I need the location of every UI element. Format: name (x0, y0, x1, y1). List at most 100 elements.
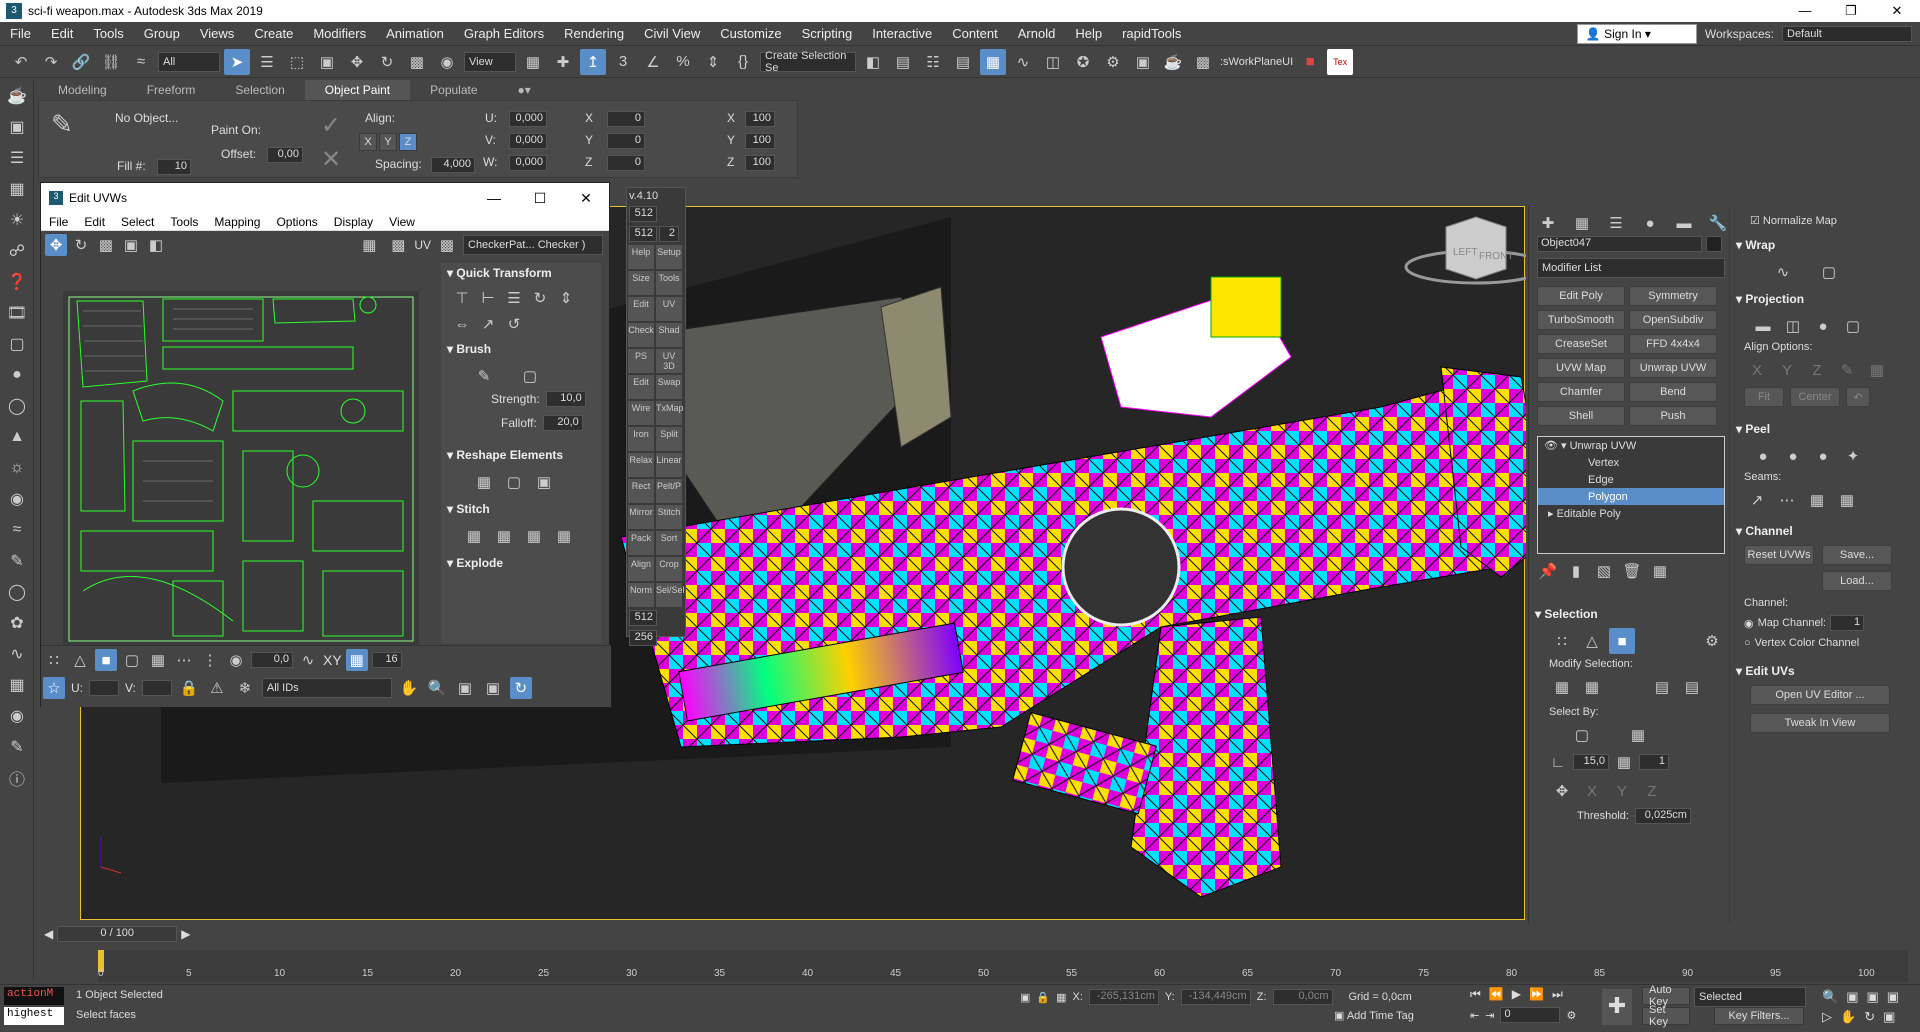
placement-icon[interactable]: ◉ (434, 49, 460, 75)
show-end-result-icon[interactable]: ▮ (1567, 562, 1585, 580)
unwrap-uvw-button[interactable]: Unwrap UVW (1629, 358, 1717, 378)
soft-select-icon[interactable]: ◉ (225, 649, 247, 671)
waves-icon[interactable]: ≈ (0, 514, 34, 545)
seam-grid-icon[interactable]: ▦ (1834, 487, 1860, 513)
cube-icon[interactable]: ■ (1297, 49, 1323, 75)
tt-rect[interactable]: Rect (628, 479, 654, 503)
save-button[interactable]: Save... (1822, 545, 1892, 565)
shrink-sel-icon[interactable]: ▦ (1579, 674, 1605, 700)
relax-icon[interactable]: ▢ (501, 469, 527, 495)
remove-modifier-icon[interactable]: 🗑 (1622, 562, 1641, 580)
stitch-custom-icon[interactable]: ▦ (461, 523, 487, 549)
open-uv-editor-button[interactable]: Open UV Editor ... (1750, 685, 1890, 705)
link-icon[interactable]: 🔗 (68, 49, 94, 75)
relax-cube-icon[interactable]: ▣ (531, 469, 557, 495)
next-frame-icon[interactable]: ▶ (181, 927, 190, 941)
make-unique-icon[interactable]: ▧ (1595, 562, 1613, 580)
grow-icon[interactable]: ▦ (147, 649, 169, 671)
close-button[interactable]: ✕ (1874, 3, 1920, 19)
push-button[interactable]: Push (1629, 406, 1717, 426)
scale-z-field[interactable]: 100 (745, 155, 775, 171)
tt-split[interactable]: Split (656, 427, 682, 451)
motion-tab-icon[interactable]: ● (1637, 210, 1663, 236)
tt-shad[interactable]: Shad (656, 323, 682, 347)
tt-uv3d[interactable]: UV 3D (656, 349, 682, 373)
sel-settings-icon[interactable]: ⚙ (1699, 628, 1725, 654)
tt-tools[interactable]: Tools (656, 271, 682, 295)
stitch-source-icon[interactable]: ▦ (491, 523, 517, 549)
teapot-icon[interactable]: ☕ (0, 80, 34, 111)
freeze-icon[interactable]: ❄ (234, 677, 256, 699)
symmetry-button[interactable]: Symmetry (1629, 286, 1717, 306)
u-coord-field[interactable] (89, 680, 119, 696)
snap-grid-icon[interactable]: ▦ (345, 649, 368, 671)
lscm-icon[interactable]: ✦ (1840, 443, 1866, 469)
reset-projection-icon[interactable]: ↶ (1846, 387, 1870, 407)
menu-content[interactable]: Content (942, 26, 1008, 41)
uvw-menu-tools[interactable]: Tools (162, 215, 206, 229)
spacing-field[interactable]: 4,000 (431, 157, 475, 173)
tab-modeling[interactable]: Modeling (38, 80, 127, 100)
pin-stack-icon[interactable]: 📌 (1539, 562, 1558, 580)
render-iterative-icon[interactable]: ▩ (1190, 49, 1216, 75)
uv-rotate-icon[interactable]: ↻ (70, 234, 92, 256)
tt-help[interactable]: Help (628, 245, 654, 269)
uvw-map-button[interactable]: UVW Map (1537, 358, 1625, 378)
time-config-icon[interactable]: ⇥ (1485, 1009, 1494, 1022)
render-setup-icon[interactable]: ⚙ (1100, 49, 1126, 75)
planar-angle-field[interactable]: 15,0 (1573, 754, 1609, 770)
zoom-nav-icon[interactable]: 🔍 (1822, 989, 1838, 1005)
leaf-icon[interactable]: ✿ (0, 607, 34, 638)
grid-field[interactable]: 16 (371, 652, 402, 668)
object-name-field[interactable]: Object047 (1537, 236, 1702, 252)
menu-rendering[interactable]: Rendering (554, 26, 634, 41)
map-channel-field[interactable]: 1 (1830, 615, 1865, 631)
create-tab-icon[interactable]: ✚ (1535, 210, 1561, 236)
soft-select-field[interactable]: 0,0 (251, 652, 293, 668)
brush-tool-icon[interactable]: ✎ (471, 363, 497, 389)
texture-size-2[interactable]: 512 (629, 226, 657, 242)
material-editor-icon[interactable]: ✪ (1070, 49, 1096, 75)
menu-rapidtools[interactable]: rapidTools (1112, 26, 1191, 41)
sun-icon[interactable]: ☼ (0, 452, 34, 483)
modify-tab-icon[interactable]: ▦ (1569, 210, 1595, 236)
spin-field[interactable]: 1 (1639, 754, 1669, 770)
offset-field[interactable]: 0,00 (267, 147, 303, 163)
layer-explorer-icon[interactable]: ☷ (920, 49, 946, 75)
menu-views[interactable]: Views (190, 26, 244, 41)
prev-key-icon[interactable]: ⏪ (1489, 987, 1504, 1002)
uv-mirror-icon[interactable]: ◧ (145, 234, 167, 256)
opensubdiv-button[interactable]: OpenSubdiv (1629, 310, 1717, 330)
menu-graph-editors[interactable]: Graph Editors (454, 26, 554, 41)
uvw-menu-view[interactable]: View (381, 215, 423, 229)
cone-icon[interactable]: ▲ (0, 421, 34, 452)
tt-align[interactable]: Align (628, 557, 654, 581)
scale-icon[interactable]: ▩ (404, 49, 430, 75)
y-coord-field[interactable]: -134,449cm (1180, 989, 1251, 1005)
wrap-header[interactable]: ▾ Wrap (1730, 235, 1920, 255)
uvw-menu-display[interactable]: Display (326, 215, 381, 229)
edit-uvs-header[interactable]: ▾ Edit UVs (1730, 661, 1920, 681)
reset-uvws-button[interactable]: Reset UVWs (1744, 545, 1814, 565)
align-view-icon[interactable]: ▦ (1864, 357, 1890, 383)
scene-explorer-icon[interactable]: ▦ (980, 48, 1006, 75)
menu-tools[interactable]: Tools (83, 26, 133, 41)
uvw-maximize-button[interactable]: ☐ (517, 190, 563, 207)
mirror-z-icon[interactable]: Z (1639, 778, 1665, 804)
v-field[interactable]: 0,000 (509, 133, 547, 149)
straighten-icon[interactable]: ▦ (471, 469, 497, 495)
align-horizontal-icon[interactable]: ⊤ (451, 287, 473, 309)
info-icon[interactable]: ⓘ (0, 762, 34, 793)
xy-toggle[interactable]: XY (323, 652, 342, 668)
v-coord-field[interactable] (141, 680, 172, 696)
rotate-ccw-icon[interactable]: ↺ (503, 313, 525, 335)
rendered-frame-icon[interactable]: ▣ (1130, 49, 1156, 75)
falloff-curve-icon[interactable]: ∿ (297, 649, 319, 671)
tt-pack[interactable]: Pack (628, 531, 654, 555)
percent-snap-icon[interactable]: % (670, 49, 696, 75)
select-by-name-icon[interactable]: ☰ (254, 49, 280, 75)
hierarchy-tab-icon[interactable]: ☰ (1603, 210, 1629, 236)
bend-button[interactable]: Bend (1629, 382, 1717, 402)
uvw-minimize-button[interactable]: — (471, 190, 517, 207)
tex-tools-icon[interactable]: Tex (1327, 48, 1354, 75)
